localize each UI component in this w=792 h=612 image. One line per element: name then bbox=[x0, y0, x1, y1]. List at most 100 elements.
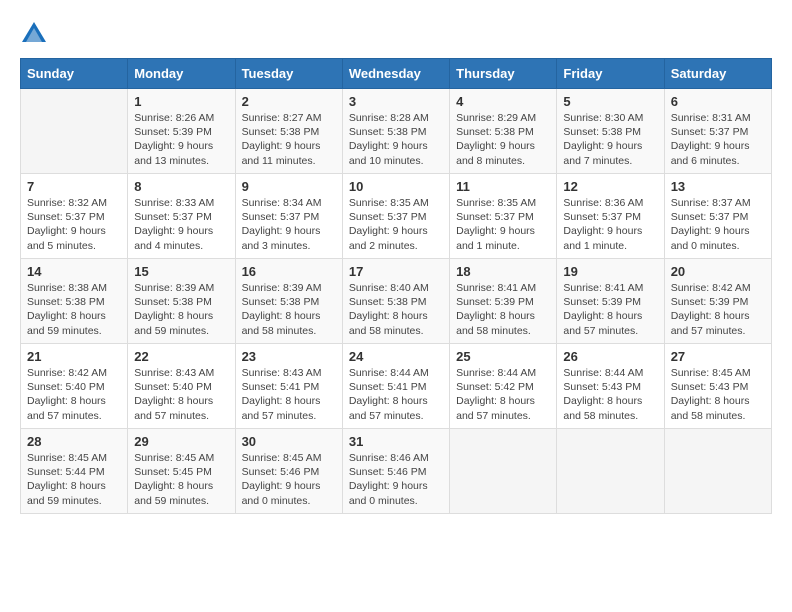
day-cell: 4 Sunrise: 8:29 AM Sunset: 5:38 PM Daylig… bbox=[450, 89, 557, 174]
day-number: 8 bbox=[134, 179, 228, 194]
day-cell: 7Sunrise: 8:32 AM Sunset: 5:37 PM Daylig… bbox=[21, 174, 128, 259]
day-number: 9 bbox=[242, 179, 336, 194]
day-number: 11 bbox=[456, 179, 550, 194]
day-info: Sunrise: 8:39 AM Sunset: 5:38 PM Dayligh… bbox=[242, 281, 336, 338]
week-row-2: 7Sunrise: 8:32 AM Sunset: 5:37 PM Daylig… bbox=[21, 174, 772, 259]
day-info: Sunrise: 8:44 AM Sunset: 5:43 PM Dayligh… bbox=[563, 366, 657, 423]
day-cell: 3 Sunrise: 8:28 AM Sunset: 5:38 PM Daylig… bbox=[342, 89, 449, 174]
day-cell: 18 Sunrise: 8:41 AM Sunset: 5:39 PM Dayli… bbox=[450, 259, 557, 344]
day-cell: 26 Sunrise: 8:44 AM Sunset: 5:43 PM Dayli… bbox=[557, 344, 664, 429]
day-number: 29 bbox=[134, 434, 228, 449]
day-info: Sunrise: 8:28 AM Sunset: 5:38 PM Dayligh… bbox=[349, 111, 443, 168]
day-info: Sunrise: 8:45 AM Sunset: 5:46 PM Dayligh… bbox=[242, 451, 336, 508]
day-cell: 16 Sunrise: 8:39 AM Sunset: 5:38 PM Dayli… bbox=[235, 259, 342, 344]
day-number: 21 bbox=[27, 349, 121, 364]
week-row-5: 28Sunrise: 8:45 AM Sunset: 5:44 PM Dayli… bbox=[21, 429, 772, 514]
week-row-3: 14Sunrise: 8:38 AM Sunset: 5:38 PM Dayli… bbox=[21, 259, 772, 344]
day-info: Sunrise: 8:44 AM Sunset: 5:41 PM Dayligh… bbox=[349, 366, 443, 423]
day-number: 25 bbox=[456, 349, 550, 364]
day-number: 23 bbox=[242, 349, 336, 364]
day-info: Sunrise: 8:43 AM Sunset: 5:40 PM Dayligh… bbox=[134, 366, 228, 423]
day-number: 10 bbox=[349, 179, 443, 194]
day-number: 26 bbox=[563, 349, 657, 364]
day-number: 19 bbox=[563, 264, 657, 279]
day-cell: 14Sunrise: 8:38 AM Sunset: 5:38 PM Dayli… bbox=[21, 259, 128, 344]
day-info: Sunrise: 8:40 AM Sunset: 5:38 PM Dayligh… bbox=[349, 281, 443, 338]
day-cell: 25Sunrise: 8:44 AM Sunset: 5:42 PM Dayli… bbox=[450, 344, 557, 429]
day-cell: 22 Sunrise: 8:43 AM Sunset: 5:40 PM Dayli… bbox=[128, 344, 235, 429]
day-cell: 21 Sunrise: 8:42 AM Sunset: 5:40 PM Dayli… bbox=[21, 344, 128, 429]
day-number: 24 bbox=[349, 349, 443, 364]
calendar-table: SundayMondayTuesdayWednesdayThursdayFrid… bbox=[20, 58, 772, 514]
day-cell: 6 Sunrise: 8:31 AM Sunset: 5:37 PM Daylig… bbox=[664, 89, 771, 174]
day-number: 3 bbox=[349, 94, 443, 109]
day-info: Sunrise: 8:34 AM Sunset: 5:37 PM Dayligh… bbox=[242, 196, 336, 253]
day-cell: 8 Sunrise: 8:33 AM Sunset: 5:37 PM Daylig… bbox=[128, 174, 235, 259]
day-info: Sunrise: 8:37 AM Sunset: 5:37 PM Dayligh… bbox=[671, 196, 765, 253]
day-cell: 31 Sunrise: 8:46 AM Sunset: 5:46 PM Dayli… bbox=[342, 429, 449, 514]
day-cell: 20 Sunrise: 8:42 AM Sunset: 5:39 PM Dayli… bbox=[664, 259, 771, 344]
day-cell: 27 Sunrise: 8:45 AM Sunset: 5:43 PM Dayli… bbox=[664, 344, 771, 429]
day-info: Sunrise: 8:41 AM Sunset: 5:39 PM Dayligh… bbox=[563, 281, 657, 338]
day-cell: 23 Sunrise: 8:43 AM Sunset: 5:41 PM Dayli… bbox=[235, 344, 342, 429]
day-number: 18 bbox=[456, 264, 550, 279]
day-cell: 5 Sunrise: 8:30 AM Sunset: 5:38 PM Daylig… bbox=[557, 89, 664, 174]
day-number: 16 bbox=[242, 264, 336, 279]
day-info: Sunrise: 8:41 AM Sunset: 5:39 PM Dayligh… bbox=[456, 281, 550, 338]
day-number: 22 bbox=[134, 349, 228, 364]
day-cell: 28Sunrise: 8:45 AM Sunset: 5:44 PM Dayli… bbox=[21, 429, 128, 514]
day-cell: 19 Sunrise: 8:41 AM Sunset: 5:39 PM Dayli… bbox=[557, 259, 664, 344]
col-header-saturday: Saturday bbox=[664, 59, 771, 89]
day-info: Sunrise: 8:42 AM Sunset: 5:40 PM Dayligh… bbox=[27, 366, 121, 423]
day-cell: 12 Sunrise: 8:36 AM Sunset: 5:37 PM Dayli… bbox=[557, 174, 664, 259]
header bbox=[20, 20, 772, 48]
day-info: Sunrise: 8:43 AM Sunset: 5:41 PM Dayligh… bbox=[242, 366, 336, 423]
col-header-thursday: Thursday bbox=[450, 59, 557, 89]
day-number: 30 bbox=[242, 434, 336, 449]
day-info: Sunrise: 8:32 AM Sunset: 5:37 PM Dayligh… bbox=[27, 196, 121, 253]
day-number: 12 bbox=[563, 179, 657, 194]
day-info: Sunrise: 8:45 AM Sunset: 5:44 PM Dayligh… bbox=[27, 451, 121, 508]
day-info: Sunrise: 8:35 AM Sunset: 5:37 PM Dayligh… bbox=[349, 196, 443, 253]
day-info: Sunrise: 8:29 AM Sunset: 5:38 PM Dayligh… bbox=[456, 111, 550, 168]
day-number: 31 bbox=[349, 434, 443, 449]
col-header-tuesday: Tuesday bbox=[235, 59, 342, 89]
day-cell: 29 Sunrise: 8:45 AM Sunset: 5:45 PM Dayli… bbox=[128, 429, 235, 514]
col-header-monday: Monday bbox=[128, 59, 235, 89]
day-cell: 13 Sunrise: 8:37 AM Sunset: 5:37 PM Dayli… bbox=[664, 174, 771, 259]
day-cell: 10 Sunrise: 8:35 AM Sunset: 5:37 PM Dayli… bbox=[342, 174, 449, 259]
day-number: 5 bbox=[563, 94, 657, 109]
day-cell: 30 Sunrise: 8:45 AM Sunset: 5:46 PM Dayli… bbox=[235, 429, 342, 514]
day-number: 15 bbox=[134, 264, 228, 279]
day-cell bbox=[557, 429, 664, 514]
day-number: 6 bbox=[671, 94, 765, 109]
day-cell: 17Sunrise: 8:40 AM Sunset: 5:38 PM Dayli… bbox=[342, 259, 449, 344]
day-number: 4 bbox=[456, 94, 550, 109]
day-number: 2 bbox=[242, 94, 336, 109]
day-cell: 15Sunrise: 8:39 AM Sunset: 5:38 PM Dayli… bbox=[128, 259, 235, 344]
day-number: 13 bbox=[671, 179, 765, 194]
day-number: 20 bbox=[671, 264, 765, 279]
day-info: Sunrise: 8:42 AM Sunset: 5:39 PM Dayligh… bbox=[671, 281, 765, 338]
day-cell: 24 Sunrise: 8:44 AM Sunset: 5:41 PM Dayli… bbox=[342, 344, 449, 429]
day-cell: 1Sunrise: 8:26 AM Sunset: 5:39 PM Daylig… bbox=[128, 89, 235, 174]
day-info: Sunrise: 8:45 AM Sunset: 5:43 PM Dayligh… bbox=[671, 366, 765, 423]
day-info: Sunrise: 8:46 AM Sunset: 5:46 PM Dayligh… bbox=[349, 451, 443, 508]
day-number: 27 bbox=[671, 349, 765, 364]
day-cell bbox=[664, 429, 771, 514]
day-info: Sunrise: 8:35 AM Sunset: 5:37 PM Dayligh… bbox=[456, 196, 550, 253]
calendar-header: SundayMondayTuesdayWednesdayThursdayFrid… bbox=[21, 59, 772, 89]
day-info: Sunrise: 8:33 AM Sunset: 5:37 PM Dayligh… bbox=[134, 196, 228, 253]
col-header-friday: Friday bbox=[557, 59, 664, 89]
week-row-1: 1Sunrise: 8:26 AM Sunset: 5:39 PM Daylig… bbox=[21, 89, 772, 174]
day-cell: 11 Sunrise: 8:35 AM Sunset: 5:37 PM Dayli… bbox=[450, 174, 557, 259]
day-info: Sunrise: 8:31 AM Sunset: 5:37 PM Dayligh… bbox=[671, 111, 765, 168]
col-header-wednesday: Wednesday bbox=[342, 59, 449, 89]
day-info: Sunrise: 8:30 AM Sunset: 5:38 PM Dayligh… bbox=[563, 111, 657, 168]
day-number: 14 bbox=[27, 264, 121, 279]
day-info: Sunrise: 8:36 AM Sunset: 5:37 PM Dayligh… bbox=[563, 196, 657, 253]
day-info: Sunrise: 8:45 AM Sunset: 5:45 PM Dayligh… bbox=[134, 451, 228, 508]
day-cell bbox=[21, 89, 128, 174]
day-number: 1 bbox=[134, 94, 228, 109]
logo-icon bbox=[20, 20, 48, 48]
